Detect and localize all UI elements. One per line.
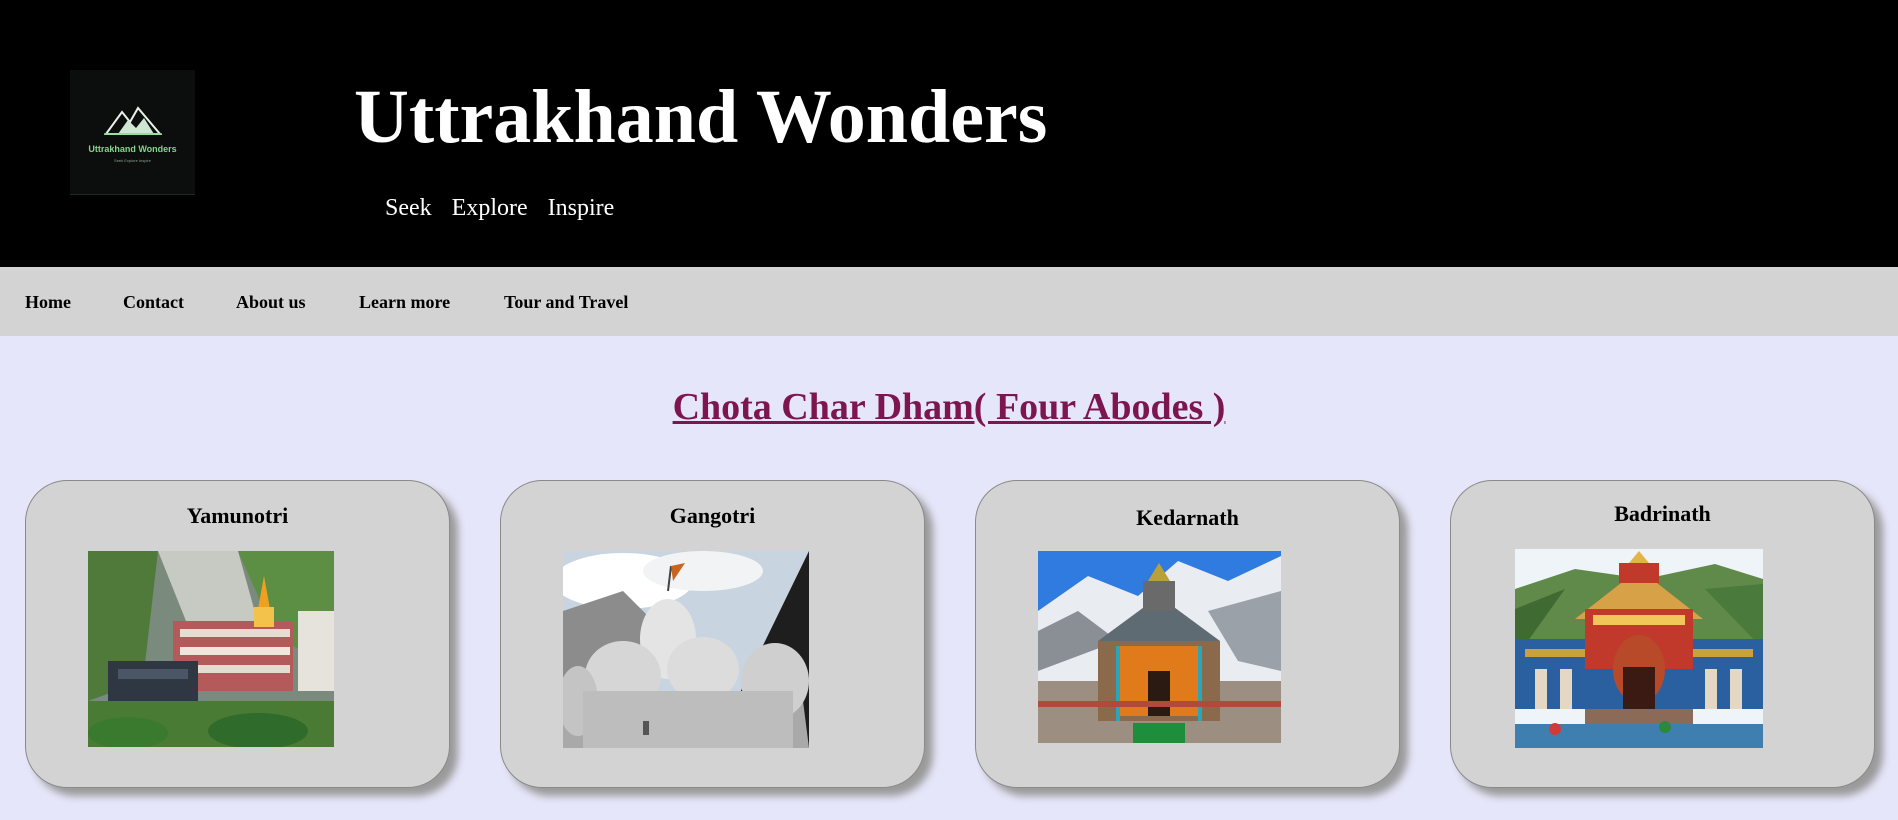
tagline-word-seek: Seek bbox=[385, 195, 432, 221]
nav-contact[interactable]: Contact bbox=[123, 291, 184, 313]
tagline-word-inspire: Inspire bbox=[547, 195, 615, 221]
logo-name: Uttrakhand Wonders bbox=[88, 144, 177, 154]
nav-tour-and-travel[interactable]: Tour and Travel bbox=[504, 291, 628, 313]
card-badrinath[interactable]: Badrinath bbox=[1450, 480, 1875, 788]
nav-about-us[interactable]: About us bbox=[236, 291, 306, 313]
main-nav: Home Contact About us Learn more Tour an… bbox=[0, 267, 1898, 336]
card-kedarnath[interactable]: Kedarnath bbox=[975, 480, 1400, 788]
card-title: Badrinath bbox=[1614, 501, 1711, 526]
site-title: Uttrakhand Wonders bbox=[354, 75, 1048, 159]
card-yamunotri[interactable]: Yamunotri bbox=[25, 480, 450, 788]
logo-tagline: Seek Explore Inspire bbox=[114, 158, 151, 163]
card-title: Gangotri bbox=[669, 503, 756, 528]
nav-home[interactable]: Home bbox=[25, 291, 71, 313]
badrinath-temple-photo bbox=[1515, 549, 1763, 748]
card-gangotri[interactable]: Gangotri bbox=[500, 480, 925, 788]
section-title: Chota Char Dham( Four Abodes ) bbox=[672, 386, 1226, 428]
mountain-logo-icon bbox=[104, 106, 163, 135]
card-title: Kedarnath bbox=[1136, 505, 1239, 530]
tagline: Seek Explore Inspire bbox=[385, 193, 628, 223]
yamunotri-temple-photo bbox=[88, 551, 334, 747]
tagline-word-explore: Explore bbox=[451, 195, 528, 221]
kedarnath-temple-photo bbox=[1038, 551, 1281, 743]
site-logo[interactable]: Uttrakhand Wonders Seek Explore Inspire bbox=[70, 70, 195, 195]
site-header: Uttrakhand Wonders Seek Explore Inspire … bbox=[0, 0, 1898, 267]
nav-learn-more[interactable]: Learn more bbox=[359, 291, 450, 313]
gangotri-temple-photo bbox=[563, 551, 809, 748]
card-title: Yamunotri bbox=[186, 503, 289, 528]
